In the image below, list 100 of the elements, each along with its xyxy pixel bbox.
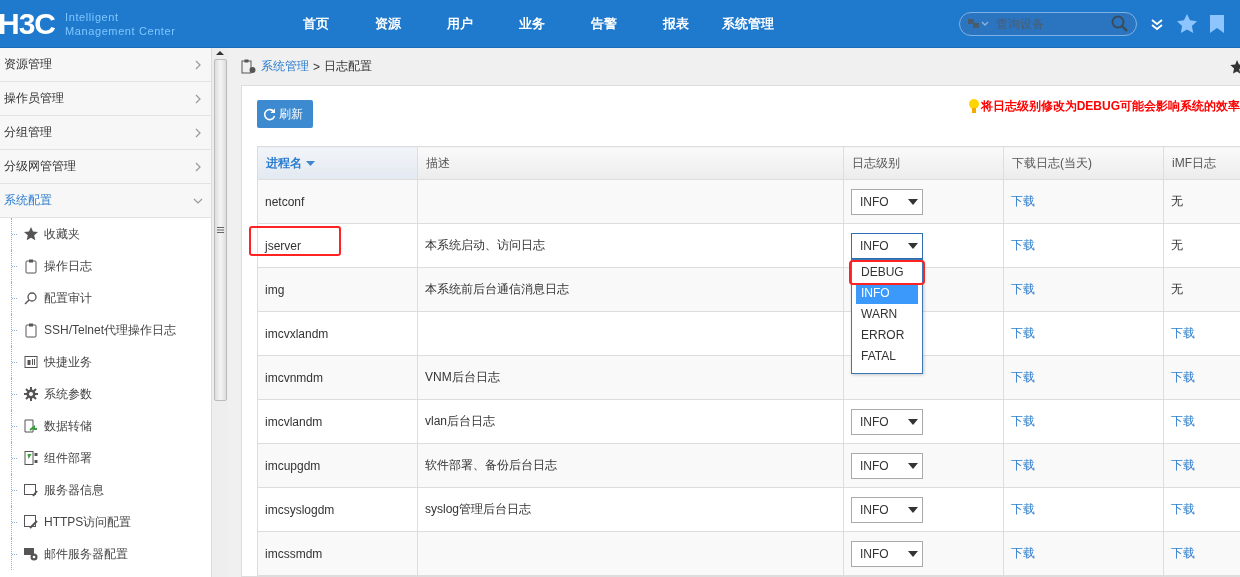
level-select[interactable]: INFO [851,188,923,215]
search-input[interactable]: 查询设备 [994,15,1107,32]
server-window-icon [24,483,38,497]
dropdown-option[interactable]: DEBUG [851,262,923,283]
sidebar-subitem[interactable]: 数据转储 [0,410,211,442]
nav-link[interactable]: 首页 [280,14,352,33]
nav-link[interactable]: 系统管理 [712,14,784,33]
description-text: 软件部署、备份后台日志 [425,458,557,472]
clipboard-icon [24,322,38,338]
sidebar-item[interactable]: 系统配置 [0,184,211,218]
grip-icon [216,227,224,233]
download-link[interactable]: 下载 [1011,194,1035,208]
imf-none-text: 无 [1171,282,1183,296]
sidebar-subitem-label: 配置审计 [44,289,92,307]
search-field[interactable]: 查询设备 [959,11,1137,36]
dropdown-option[interactable]: FATAL [856,346,918,367]
chevron-right-icon [193,93,203,104]
sidebar-subitem[interactable]: 系统参数 [0,378,211,410]
sidebar-item[interactable]: 操作员管理 [0,82,211,116]
description-text: vlan后台日志 [425,414,495,428]
sidebar-subitem-label: 服务器信息 [44,481,104,499]
breadcrumb-link[interactable]: 系统管理 [261,58,309,75]
description-text: 本系统启动、访问日志 [425,238,545,252]
sidebar-subitem[interactable]: 快捷业务 [0,346,211,378]
sidebar-subitem-label: 系统参数 [44,385,92,403]
logo-tagline: Intelligent [65,9,120,24]
dropdown-caret-icon [908,506,918,513]
search-icon[interactable] [1111,15,1128,32]
nav-link[interactable]: 资源 [352,14,424,33]
breadcrumb-current: 日志配置 [324,58,372,75]
dropdown-option[interactable]: WARN [856,304,918,325]
imf-download-link[interactable]: 下载 [1171,370,1195,384]
dropdown-caret-icon [908,198,918,205]
sidebar-item[interactable]: 分组管理 [0,116,211,150]
id-card-icon [24,356,38,368]
download-link[interactable]: 下载 [1011,282,1035,296]
level-select[interactable]: INFO [851,408,923,435]
star-icon[interactable] [1177,14,1197,33]
clipboard-icon [24,258,38,274]
download-link[interactable]: 下载 [1011,370,1035,384]
level-select[interactable]: INFO [851,540,923,567]
sidebar-subitem[interactable]: 服务器信息 [0,474,211,506]
imf-none-text: 无 [1171,238,1183,252]
imf-download-link[interactable]: 下载 [1171,458,1195,472]
mail-gear-icon [24,547,38,561]
nav-link[interactable]: 业务 [496,14,568,33]
column-header[interactable]: 进程名 [257,146,418,180]
dropdown-caret-icon [908,418,918,425]
refresh-button[interactable]: 刷新 [257,100,313,128]
component-icon [24,451,38,465]
dropdown-option[interactable]: ERROR [856,325,918,346]
device-filter-icon[interactable] [968,17,990,30]
dropdown-caret-icon [908,550,918,557]
sidebar-subitem[interactable]: 邮件服务器配置 [0,538,211,570]
imf-download-link[interactable]: 下载 [1171,546,1195,560]
sidebar-subitem-label: 邮件服务器配置 [44,545,128,563]
download-link[interactable]: 下载 [1011,238,1035,252]
refresh-icon [263,107,276,121]
scroll-thumb[interactable] [213,59,227,401]
sidebar-item[interactable]: 资源管理 [0,48,211,82]
process-name: imcvnmdm [265,370,323,385]
download-link[interactable]: 下载 [1011,458,1035,472]
settings-icon [24,387,38,401]
nav-link[interactable]: 告警 [568,14,640,33]
process-name: imcsyslogdm [265,502,335,517]
nav-link[interactable]: 用户 [424,14,496,33]
level-select[interactable]: INFO [851,452,923,479]
imf-download-link[interactable]: 下载 [1171,326,1195,340]
bookmark-icon[interactable] [1210,14,1224,33]
level-select[interactable]: INFO [851,496,923,523]
imf-download-link[interactable]: 下载 [1171,414,1195,428]
double-chevron-icon[interactable] [1150,16,1164,31]
download-link[interactable]: 下载 [1011,546,1035,560]
star-icon[interactable] [1230,59,1240,74]
sidebar-subitem-label: SSH/Telnet代理操作日志 [44,321,177,339]
sidebar-subitem[interactable]: 配置审计 [0,282,211,314]
warning-text: 将日志级别修改为DEBUG可能会影响系统的效率 [980,98,1240,115]
sidebar-subitem[interactable]: 收藏夹 [0,218,211,250]
magnifier-icon [24,291,38,305]
sidebar-subitem[interactable]: HTTPS访问配置 [0,506,211,538]
sidebar-subitem-label: 操作日志 [44,257,92,275]
sort-desc-icon [306,160,315,166]
lightbulb-icon [968,98,979,115]
imf-download-link[interactable]: 下载 [1171,502,1195,516]
column-header[interactable]: 日志级别 [843,146,1004,180]
process-name: img [265,282,285,297]
column-header[interactable]: 描述 [417,146,844,180]
sidebar-subitem[interactable]: SSH/Telnet代理操作日志 [0,314,211,346]
level-select[interactable]: INFO [851,232,923,259]
nav-link[interactable]: 报表 [640,14,712,33]
column-header[interactable]: iMF日志 [1163,146,1240,180]
column-header[interactable]: 下载日志(当天) [1003,146,1164,180]
sidebar-subitem[interactable]: 操作日志 [0,250,211,282]
description-text: VNM后台日志 [425,370,500,384]
sidebar-item[interactable]: 分级网管管理 [0,150,211,184]
sidebar-subitem[interactable]: 组件部署 [0,442,211,474]
download-link[interactable]: 下载 [1011,502,1035,516]
window-pencil-icon [24,515,38,529]
download-link[interactable]: 下载 [1011,326,1035,340]
download-link[interactable]: 下载 [1011,414,1035,428]
